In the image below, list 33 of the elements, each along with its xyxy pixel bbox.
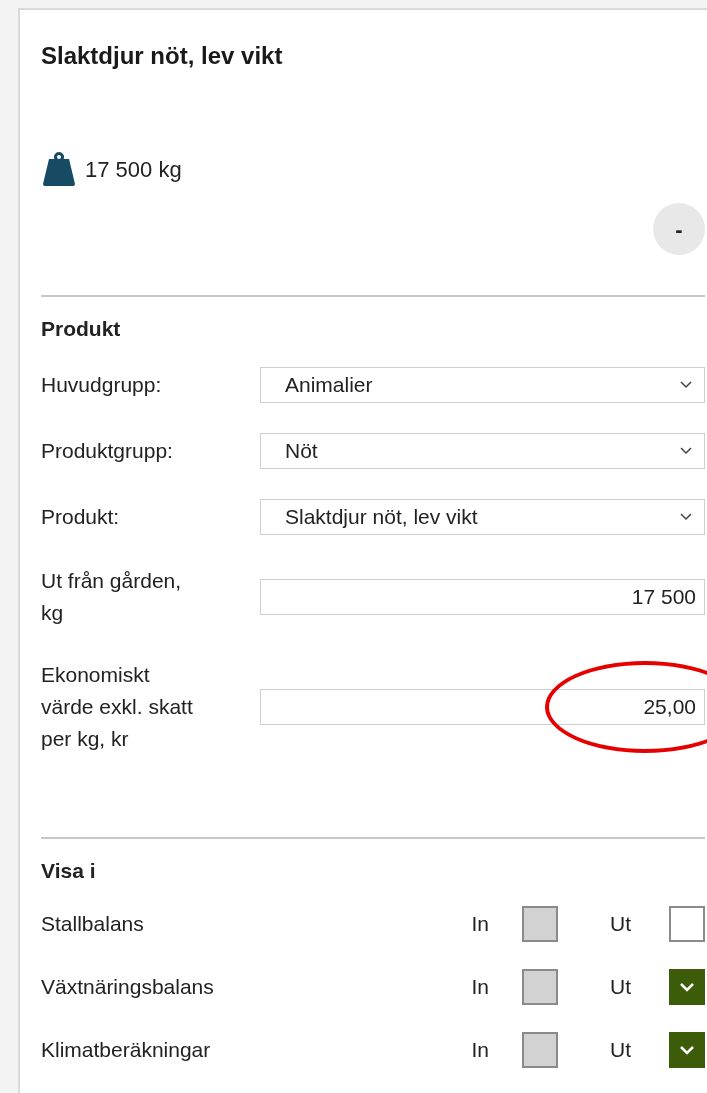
checkbox-label: Ut	[610, 974, 631, 1001]
section-heading: Visa i	[41, 858, 97, 884]
field-label: Huvudgrupp:	[41, 372, 163, 398]
checkbox-label: In	[471, 1037, 489, 1064]
checkbox[interactable]	[669, 1032, 705, 1068]
input-field[interactable]: 25,00	[260, 689, 705, 725]
collapse-button[interactable]: -	[653, 203, 705, 255]
weight-icon	[41, 152, 77, 186]
checkbox-label: Ut	[610, 1037, 631, 1064]
chevron-down-icon	[680, 447, 692, 455]
input-field[interactable]: 17 500	[260, 579, 705, 615]
row-label: Växtnäringsbalans	[41, 974, 215, 1001]
dropdown[interactable]: Animalier	[260, 367, 705, 403]
field-label: Produktgrupp:	[41, 438, 174, 464]
checkbox[interactable]	[669, 969, 705, 1005]
section-heading: Produkt	[41, 316, 122, 342]
checkbox-label: In	[471, 974, 489, 1001]
card-title: Slaktdjur nöt, lev vikt	[41, 41, 284, 71]
check-icon	[679, 1044, 695, 1056]
dropdown[interactable]: Nöt	[260, 433, 705, 469]
weight-text: 17 500 kg	[85, 155, 182, 184]
field-label: Ekonomiskt värde exkl. skatt per kg, kr	[41, 662, 194, 752]
check-icon	[679, 981, 695, 993]
chevron-down-icon	[680, 381, 692, 389]
field-label: Ut från gården, kg	[41, 568, 183, 626]
chevron-down-icon	[680, 513, 692, 521]
row-label: Stallbalans	[41, 911, 145, 938]
checkbox-label: Ut	[610, 911, 631, 938]
dropdown[interactable]: Slaktdjur nöt, lev vikt	[260, 499, 705, 535]
checkbox-label: In	[471, 911, 489, 938]
checkbox[interactable]	[669, 906, 705, 942]
row-label: Klimatberäkningar	[41, 1037, 212, 1064]
field-label: Produkt:	[41, 504, 121, 530]
